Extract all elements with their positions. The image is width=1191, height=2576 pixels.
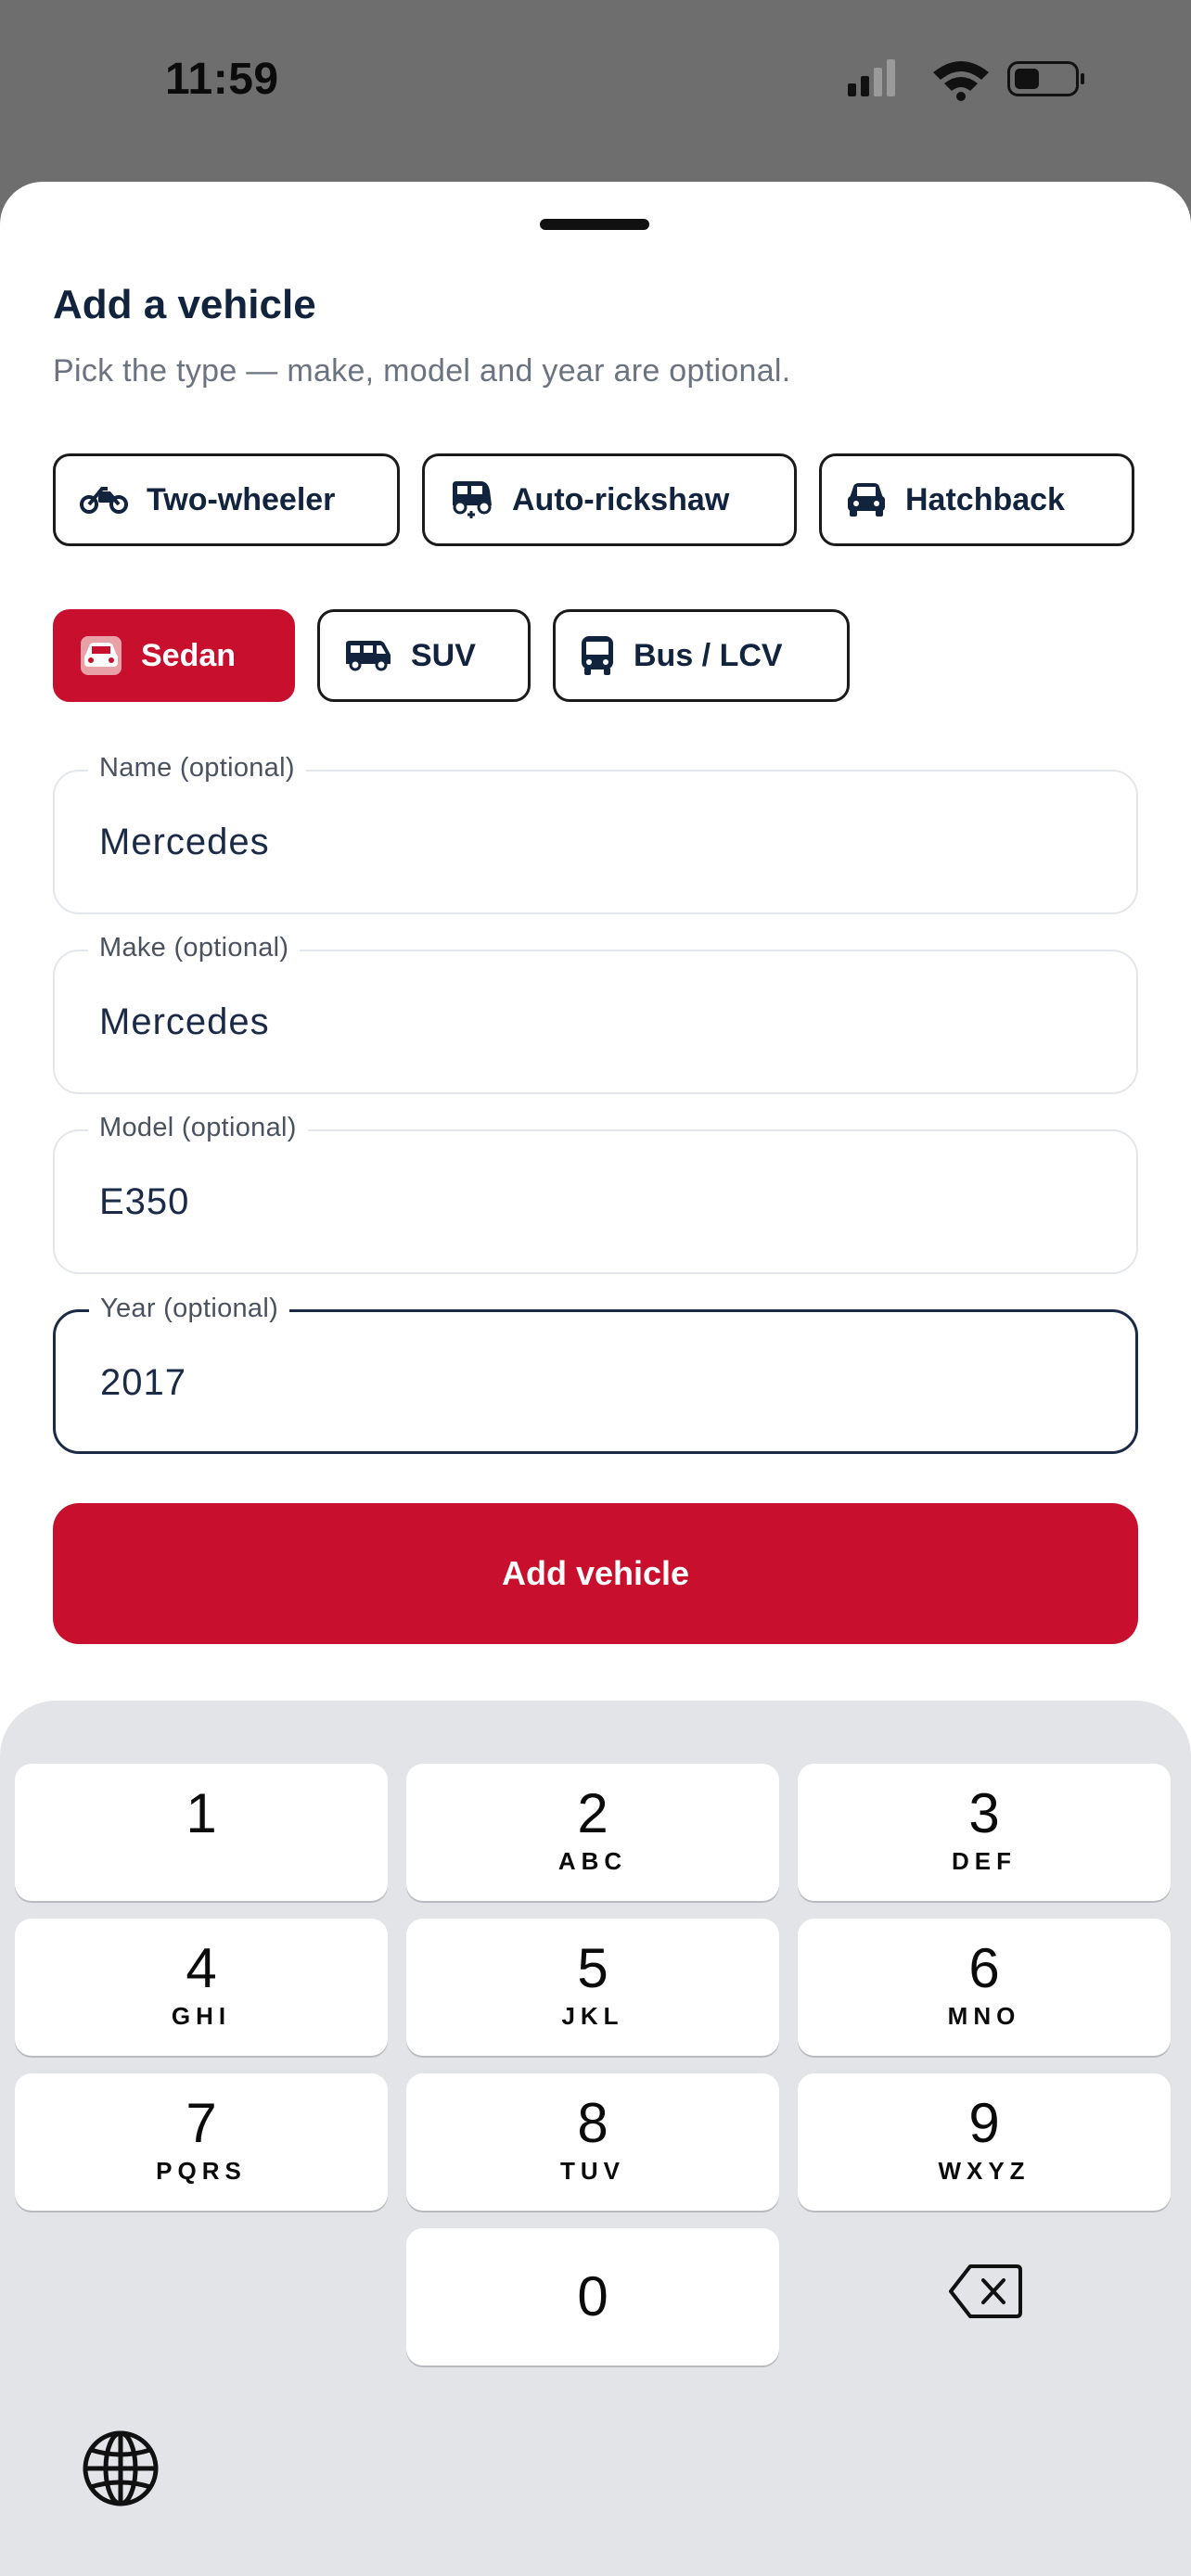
motorcycle-icon xyxy=(80,487,128,514)
key-letters: MNO xyxy=(947,2002,1021,2030)
key-digit: 6 xyxy=(968,1937,1000,1999)
sheet-title: Add a vehicle xyxy=(53,282,316,327)
status-bar: 11:59 xyxy=(0,0,1191,167)
key-7[interactable]: 7 PQRS xyxy=(15,2073,388,2211)
status-time: 11:59 xyxy=(165,55,279,104)
vehicle-type-label: Auto-rickshaw xyxy=(512,481,730,517)
vehicle-type-suv[interactable]: SUV xyxy=(317,609,531,702)
year-field-label: Year (optional) xyxy=(89,1294,290,1324)
backspace-icon[interactable] xyxy=(948,2263,1022,2320)
model-field[interactable]: Model (optional) E350 xyxy=(53,1113,1138,1274)
auto-rickshaw-icon xyxy=(453,481,492,518)
key-letters: WXYZ xyxy=(938,2157,1031,2185)
vehicle-type-label: Bus / LCV xyxy=(634,637,783,673)
vehicle-type-auto-rickshaw[interactable]: Auto-rickshaw xyxy=(422,453,797,546)
sheet-grabber[interactable] xyxy=(540,219,649,230)
vehicle-type-two-wheeler[interactable]: Two-wheeler xyxy=(53,453,400,546)
van-icon xyxy=(346,641,391,671)
key-letters: JKL xyxy=(561,2002,624,2030)
model-field-value: E350 xyxy=(99,1181,190,1222)
key-digit: 9 xyxy=(968,2092,1000,2154)
key-digit: 7 xyxy=(186,2092,217,2154)
vehicle-type-bus-lcv[interactable]: Bus / LCV xyxy=(553,609,850,702)
key-letters: DEF xyxy=(952,1847,1017,1875)
key-4[interactable]: 4 GHI xyxy=(15,1919,388,2056)
key-9[interactable]: 9 WXYZ xyxy=(798,2073,1171,2211)
vehicle-type-label: Two-wheeler xyxy=(147,481,336,517)
key-3[interactable]: 3 DEF xyxy=(798,1764,1171,1901)
add-vehicle-button[interactable]: Add vehicle xyxy=(53,1503,1138,1644)
name-field[interactable]: Name (optional) Mercedes xyxy=(53,753,1138,914)
key-letters: PQRS xyxy=(156,2157,247,2185)
vehicle-type-hatchback[interactable]: Hatchback xyxy=(819,453,1134,546)
bus-icon xyxy=(582,636,613,675)
key-8[interactable]: 8 TUV xyxy=(406,2073,779,2211)
wifi-icon xyxy=(933,61,989,101)
key-letters: ABC xyxy=(557,1847,628,1875)
make-field[interactable]: Make (optional) Mercedes xyxy=(53,933,1138,1094)
vehicle-type-label: SUV xyxy=(411,637,476,673)
key-digit: 8 xyxy=(577,2092,608,2154)
key-digit: 1 xyxy=(186,1782,217,1844)
year-field[interactable]: Year (optional) 2017 xyxy=(53,1294,1138,1454)
make-field-label: Make (optional) xyxy=(88,933,301,963)
key-digit: 3 xyxy=(968,1782,1000,1844)
key-5[interactable]: 5 JKL xyxy=(406,1919,779,2056)
status-icons xyxy=(848,56,1089,102)
key-digit: 0 xyxy=(577,2265,608,2327)
key-1[interactable]: 1 xyxy=(15,1764,388,1901)
key-6[interactable]: 6 MNO xyxy=(798,1919,1171,2056)
key-0[interactable]: 0 xyxy=(406,2228,779,2366)
vehicle-type-sedan[interactable]: Sedan xyxy=(53,609,295,702)
battery-icon xyxy=(1007,61,1084,96)
name-field-label: Name (optional) xyxy=(88,753,306,784)
year-field-value: 2017 xyxy=(100,1362,186,1403)
key-digit: 4 xyxy=(186,1937,217,1999)
make-field-value: Mercedes xyxy=(99,1001,270,1042)
car-icon xyxy=(848,483,885,516)
vehicle-type-label: Sedan xyxy=(141,637,237,673)
globe-icon[interactable] xyxy=(82,2429,160,2507)
key-letters: GHI xyxy=(171,2002,232,2030)
key-digit: 2 xyxy=(577,1782,608,1844)
key-letters: TUV xyxy=(560,2157,625,2185)
cellular-signal-icon xyxy=(848,59,895,96)
key-digit: 5 xyxy=(577,1937,608,1999)
key-2[interactable]: 2 ABC xyxy=(406,1764,779,1901)
model-field-label: Model (optional) xyxy=(88,1113,308,1143)
vehicle-type-label: Hatchback xyxy=(905,481,1065,517)
sedan-icon xyxy=(81,636,122,675)
sheet-subtitle: Pick the type — make, model and year are… xyxy=(53,353,791,389)
name-field-value: Mercedes xyxy=(99,822,270,862)
